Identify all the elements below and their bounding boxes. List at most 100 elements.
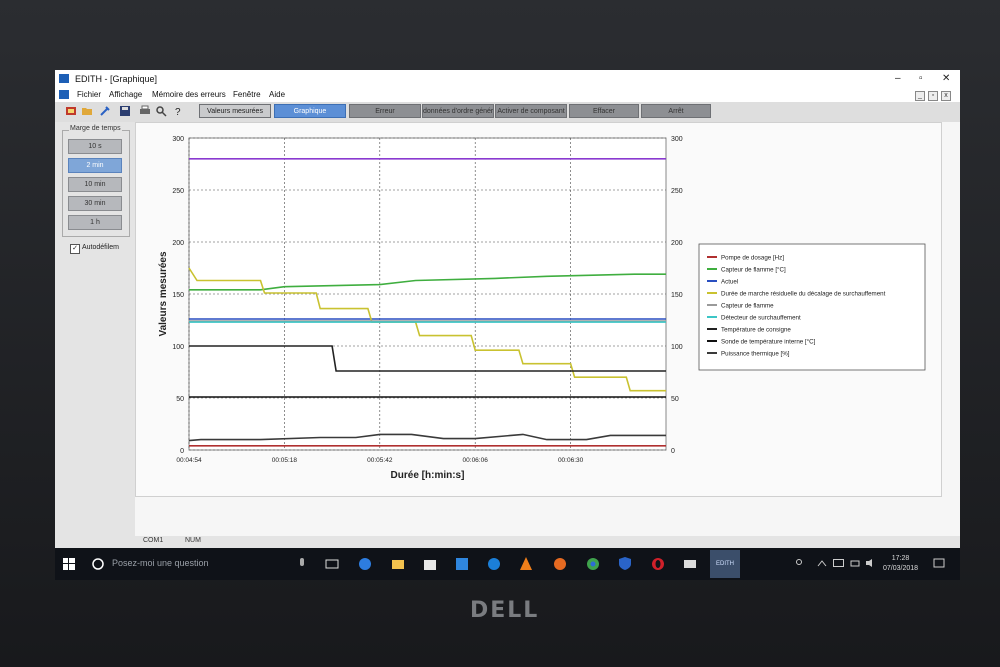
menu-bar: Fichier Affichage Mémoire des erreurs Fe… — [55, 88, 960, 102]
tab-erreur[interactable]: Erreur — [349, 104, 421, 118]
windows-tile-icon[interactable] — [455, 557, 469, 571]
menu-aide[interactable]: Aide — [269, 90, 285, 99]
checkbox-check-icon: ✓ — [70, 244, 80, 254]
time-range-2min[interactable]: 2 min — [68, 158, 122, 173]
chevron-up-icon[interactable] — [817, 559, 827, 567]
mail-icon[interactable] — [683, 557, 697, 571]
opera-icon[interactable] — [651, 557, 665, 571]
network-icon[interactable] — [850, 558, 860, 568]
legend-label: Durée de marche résiduelle du décalage d… — [721, 291, 886, 298]
y-tick-label-right: 50 — [671, 396, 679, 403]
menu-fenetre[interactable]: Fenêtre — [233, 90, 261, 99]
tab-graphique[interactable]: Graphique — [274, 104, 346, 118]
menu-memoire-erreurs[interactable]: Mémoire des erreurs — [152, 90, 226, 99]
time-range-label: Marge de temps — [69, 125, 122, 132]
x-axis-label: Durée [h:min:s] — [391, 470, 465, 481]
people-icon[interactable] — [793, 558, 805, 570]
brand-logo: DELL — [470, 598, 540, 623]
edge-icon[interactable] — [358, 557, 372, 571]
notification-icon[interactable] — [933, 558, 945, 570]
time-range-30min[interactable]: 30 min — [68, 196, 122, 211]
y-tick-label-left: 0 — [180, 448, 184, 455]
chart-area: 0 0 50 50 100 100 150 150 200 200 250 250 300 300 00:0… — [135, 122, 960, 549]
save-icon[interactable] — [119, 105, 131, 117]
chrome-icon[interactable] — [586, 557, 600, 571]
toolbar: ? Valeurs mesurées Graphique Erreur donn… — [55, 102, 960, 123]
y-tick-label-right: 300 — [671, 136, 683, 143]
autoscroll-label: Autodéfilem — [82, 244, 119, 251]
print-icon[interactable] — [139, 105, 151, 117]
tab-arret[interactable]: Arrêt — [641, 104, 711, 118]
screen: EDITH - [Graphique] – ▫ ✕ Fichier Affich… — [55, 70, 960, 580]
firefox-icon[interactable] — [553, 557, 567, 571]
tool-icon[interactable] — [99, 105, 111, 117]
x-tick-label: 00:05:18 — [272, 457, 298, 464]
x-tick-label: 00:04:54 — [176, 457, 202, 464]
autoscroll-checkbox[interactable]: ✓ Autodéfilem — [70, 244, 119, 254]
menu-affichage[interactable]: Affichage — [109, 90, 142, 99]
tab-activer-composant[interactable]: Activer de composant — [495, 104, 567, 118]
tab-effacer[interactable]: Effacer — [569, 104, 639, 118]
taskbar-edith-app[interactable]: EDITH — [710, 550, 740, 578]
legend-label: Température de consigne — [721, 327, 791, 334]
status-port: COM1 — [143, 537, 164, 544]
y-tick-label-right: 200 — [671, 240, 683, 247]
y-tick-label-left: 250 — [172, 188, 184, 195]
time-range-10min[interactable]: 10 min — [68, 177, 122, 192]
time-range-panel: Marge de temps 10 s 2 min 10 min 30 min … — [55, 122, 135, 540]
taskbar-search-input[interactable]: Posez-moi une question — [112, 558, 209, 568]
legend-label: Capteur de flamme [°C] — [721, 267, 786, 274]
windows-start-icon[interactable] — [63, 558, 75, 570]
mdi-restore-button[interactable]: ▫ — [928, 91, 938, 101]
cortana-icon[interactable] — [91, 557, 105, 571]
connect-icon[interactable] — [65, 105, 77, 117]
y-tick-label-right: 0 — [671, 448, 675, 455]
legend-label: Détecteur de surchauffement — [721, 315, 801, 322]
y-tick-label-left: 150 — [172, 292, 184, 299]
search-icon[interactable] — [155, 105, 167, 117]
y-tick-label-left: 100 — [172, 344, 184, 351]
window-titlebar: EDITH - [Graphique] – ▫ ✕ — [55, 70, 960, 88]
chart-svg: 0 0 50 50 100 100 150 150 200 200 250 250 300 300 00:0… — [158, 136, 926, 481]
y-tick-label-left: 200 — [172, 240, 184, 247]
task-view-icon[interactable] — [325, 558, 339, 570]
volume-icon[interactable] — [865, 558, 877, 568]
shield-icon[interactable] — [618, 556, 632, 571]
close-button[interactable]: ✕ — [942, 73, 950, 84]
tab-donnees-ordre[interactable]: données d'ordre génér — [422, 104, 494, 118]
clock-date: 07/03/2018 — [883, 565, 919, 572]
teamviewer-icon[interactable] — [487, 557, 501, 571]
microphone-icon[interactable] — [298, 558, 306, 570]
menu-fichier[interactable]: Fichier — [77, 90, 101, 99]
minimize-button[interactable]: – — [895, 73, 901, 84]
y-tick-label-left: 50 — [176, 396, 184, 403]
mdi-close-button[interactable]: x — [941, 91, 951, 101]
vlc-icon[interactable] — [519, 556, 533, 571]
document-icon — [59, 90, 69, 99]
legend-label: Actuel — [721, 279, 738, 286]
clock-time: 17:28 — [891, 555, 910, 562]
y-tick-label-right: 250 — [671, 188, 683, 195]
time-range-1h[interactable]: 1 h — [68, 215, 122, 230]
restore-button[interactable]: ▫ — [919, 73, 923, 84]
file-explorer-icon[interactable] — [391, 557, 405, 571]
store-icon[interactable] — [423, 557, 437, 571]
y-tick-label-right: 100 — [671, 344, 683, 351]
time-range-10s[interactable]: 10 s — [68, 139, 122, 154]
taskbar-clock[interactable]: 17:28 07/03/2018 — [883, 554, 918, 574]
status-num: NUM — [185, 537, 201, 544]
help-icon[interactable]: ? — [173, 105, 185, 117]
legend-label: Capteur de flamme — [721, 303, 774, 310]
open-icon[interactable] — [81, 105, 93, 117]
y-axis-label: Valeurs mesurées — [158, 251, 169, 336]
battery-icon[interactable] — [833, 559, 845, 567]
tab-valeurs-mesurees[interactable]: Valeurs mesurées — [199, 104, 271, 118]
svg-text:?: ? — [175, 107, 181, 117]
status-bar: COM1 NUM — [55, 536, 960, 548]
mdi-minimize-button[interactable]: _ — [915, 91, 925, 101]
time-range-group: Marge de temps 10 s 2 min 10 min 30 min … — [62, 125, 130, 237]
x-tick-label: 00:06:30 — [558, 457, 584, 464]
app-icon — [59, 74, 69, 83]
window-title: EDITH - [Graphique] — [75, 74, 158, 84]
legend-label: Sonde de température interne [°C] — [721, 339, 816, 346]
